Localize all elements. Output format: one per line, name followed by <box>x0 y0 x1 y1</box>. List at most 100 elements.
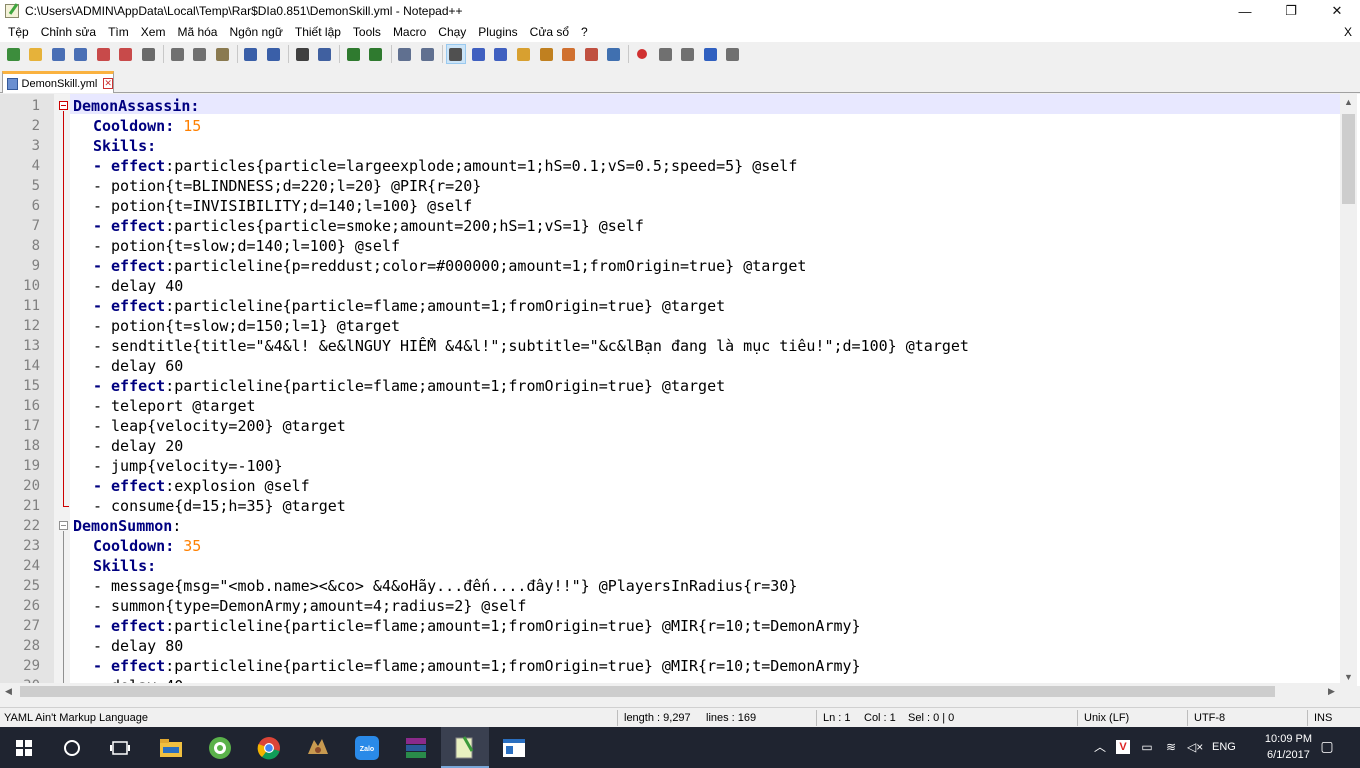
menu-item[interactable]: Ngôn ngữ <box>223 22 288 42</box>
code-line[interactable]: - effect:particleline{p=reddust;color=#0… <box>93 256 806 276</box>
code-line[interactable]: - potion{t=BLINDNESS;d=220;l=20} @PIR{r=… <box>93 176 481 196</box>
code-line[interactable]: - potion{t=slow;d=150;l=1} @target <box>93 316 400 336</box>
scroll-right-arrow-icon[interactable]: ▶ <box>1323 683 1340 700</box>
menu-item[interactable]: Chỉnh sửa <box>35 22 102 42</box>
minimize-button[interactable]: — <box>1222 0 1268 22</box>
fold-toggle-icon[interactable] <box>59 521 68 530</box>
task-view-icon[interactable] <box>96 727 144 768</box>
start-button[interactable] <box>0 727 48 768</box>
code-line[interactable]: DemonSummon: <box>73 516 181 536</box>
stop-macro-icon[interactable] <box>656 45 674 63</box>
record-macro-icon[interactable] <box>633 45 651 63</box>
wrap-icon[interactable] <box>445 44 466 64</box>
sync-v-icon[interactable] <box>396 45 414 63</box>
menu-item[interactable]: Xem <box>135 22 172 42</box>
code-line[interactable]: - teleport @target <box>93 396 256 416</box>
show-hidden-icons-icon[interactable]: ︿ <box>1093 740 1107 754</box>
code-line[interactable]: - leap{velocity=200} @target <box>93 416 346 436</box>
volume-muted-icon[interactable]: ◁× <box>1187 740 1203 754</box>
menu-item[interactable]: ? <box>575 22 594 42</box>
monitor-icon[interactable] <box>605 45 623 63</box>
input-language[interactable]: ENG <box>1212 727 1236 768</box>
zalo-icon[interactable]: Zalo <box>343 727 391 768</box>
tab-demonskill[interactable]: DemonSkill.yml ✕ <box>2 71 114 93</box>
horizontal-scrollbar[interactable]: ◀ ▶ <box>0 683 1340 700</box>
menu-item[interactable]: Thiết lập <box>289 22 347 42</box>
app-window-icon[interactable] <box>490 727 538 768</box>
menu-item[interactable]: Tools <box>347 22 387 42</box>
run-macro-multiple-icon[interactable] <box>701 45 719 63</box>
scroll-left-arrow-icon[interactable]: ◀ <box>0 683 17 700</box>
code-area[interactable]: DemonAssassin: Cooldown: 15 Skills: - effec… <box>70 94 1340 686</box>
close-icon[interactable] <box>94 45 112 63</box>
cortana-icon[interactable] <box>48 727 96 768</box>
menu-item[interactable]: Macro <box>387 22 432 42</box>
wifi-icon[interactable]: ≋ <box>1164 740 1178 754</box>
code-line[interactable]: - effect:particles{particle=largeexplode… <box>93 156 797 176</box>
coccoc-browser-icon[interactable] <box>196 727 244 768</box>
menu-item[interactable]: Tệp <box>2 22 35 42</box>
code-line[interactable]: - delay 40 <box>93 276 183 296</box>
code-line[interactable]: - delay 60 <box>93 356 183 376</box>
tab-close-icon[interactable]: ✕ <box>103 78 113 89</box>
menu-item[interactable]: Plugins <box>472 22 523 42</box>
paste-icon[interactable] <box>213 45 231 63</box>
code-line[interactable]: - potion{t=slow;d=140;l=100} @self <box>93 236 400 256</box>
code-line[interactable]: - consume{d=15;h=35} @target <box>93 496 346 516</box>
file-explorer-icon[interactable] <box>148 727 194 768</box>
game-icon[interactable] <box>294 727 342 768</box>
play-macro-icon[interactable] <box>679 45 697 63</box>
code-line[interactable]: Skills: <box>93 556 156 576</box>
menu-item[interactable]: Mã hóa <box>171 22 223 42</box>
battery-icon[interactable]: ▭ <box>1140 740 1154 754</box>
show-all-chars-icon[interactable] <box>469 45 487 63</box>
vertical-scroll-thumb[interactable] <box>1342 114 1355 204</box>
code-line[interactable]: - delay 80 <box>93 636 183 656</box>
redo-icon[interactable] <box>265 45 283 63</box>
replace-icon[interactable] <box>316 45 334 63</box>
open-file-icon[interactable] <box>27 45 45 63</box>
menu-item[interactable]: Cửa sổ <box>524 22 575 42</box>
code-line[interactable]: - effect:particleline{particle=flame;amo… <box>93 616 861 636</box>
maximize-button[interactable]: ❐ <box>1268 0 1314 22</box>
menu-item[interactable]: Tìm <box>102 22 135 42</box>
new-file-icon[interactable] <box>4 45 22 63</box>
winrar-icon[interactable] <box>392 727 440 768</box>
code-line[interactable]: - effect:particles{particle=smoke;amount… <box>93 216 644 236</box>
code-line[interactable]: - jump{velocity=-100} <box>93 456 283 476</box>
notepadpp-taskbar-icon[interactable] <box>441 727 489 768</box>
indent-guide-icon[interactable] <box>492 45 510 63</box>
code-line[interactable]: Cooldown: 35 <box>93 536 201 556</box>
code-line[interactable]: - potion{t=INVISIBILITY;d=140;l=100} @se… <box>93 196 472 216</box>
copy-icon[interactable] <box>191 45 209 63</box>
save-icon[interactable] <box>49 45 67 63</box>
user-lang-icon[interactable] <box>514 45 532 63</box>
cut-icon[interactable] <box>168 45 186 63</box>
action-center-icon[interactable]: ▢ <box>1320 739 1334 753</box>
clock[interactable]: 10:09 PM 6/1/2017 <box>1265 731 1312 763</box>
code-line[interactable]: Cooldown: 15 <box>93 116 201 136</box>
fold-margin[interactable] <box>54 94 70 686</box>
code-line[interactable]: DemonAssassin: <box>73 96 199 116</box>
code-line[interactable]: - delay 20 <box>93 436 183 456</box>
close-button[interactable]: ✕ <box>1314 0 1360 22</box>
menu-close-document[interactable]: X <box>1344 22 1352 42</box>
scroll-up-arrow-icon[interactable]: ▲ <box>1340 94 1357 111</box>
fold-toggle-icon[interactable] <box>59 101 68 110</box>
vietkey-icon[interactable]: V <box>1116 740 1130 754</box>
horizontal-scroll-thumb[interactable] <box>20 686 1275 697</box>
code-line[interactable]: - effect:particleline{particle=flame;amo… <box>93 656 861 676</box>
print-icon[interactable] <box>140 45 158 63</box>
code-line[interactable]: Skills: <box>93 136 156 156</box>
folder-workspace-icon[interactable] <box>582 45 600 63</box>
code-line[interactable]: - effect:particleline{particle=flame;amo… <box>93 296 725 316</box>
code-line[interactable]: - effect:explosion @self <box>93 476 310 496</box>
undo-icon[interactable] <box>242 45 260 63</box>
chrome-icon[interactable] <box>245 727 293 768</box>
editor[interactable]: 1 2 3 4 5 6 7 8 9 10 11 12 13 14 15 16 17 18 19 20 21 22 23 24 2… <box>0 94 1360 686</box>
save-macro-icon[interactable] <box>724 45 742 63</box>
doc-map-icon[interactable] <box>537 45 555 63</box>
function-list-icon[interactable] <box>560 45 578 63</box>
scroll-down-arrow-icon[interactable]: ▼ <box>1340 669 1357 686</box>
code-line[interactable]: - sendtitle{title="&4&l! &e&lNGUY HIỂM &… <box>93 336 969 356</box>
